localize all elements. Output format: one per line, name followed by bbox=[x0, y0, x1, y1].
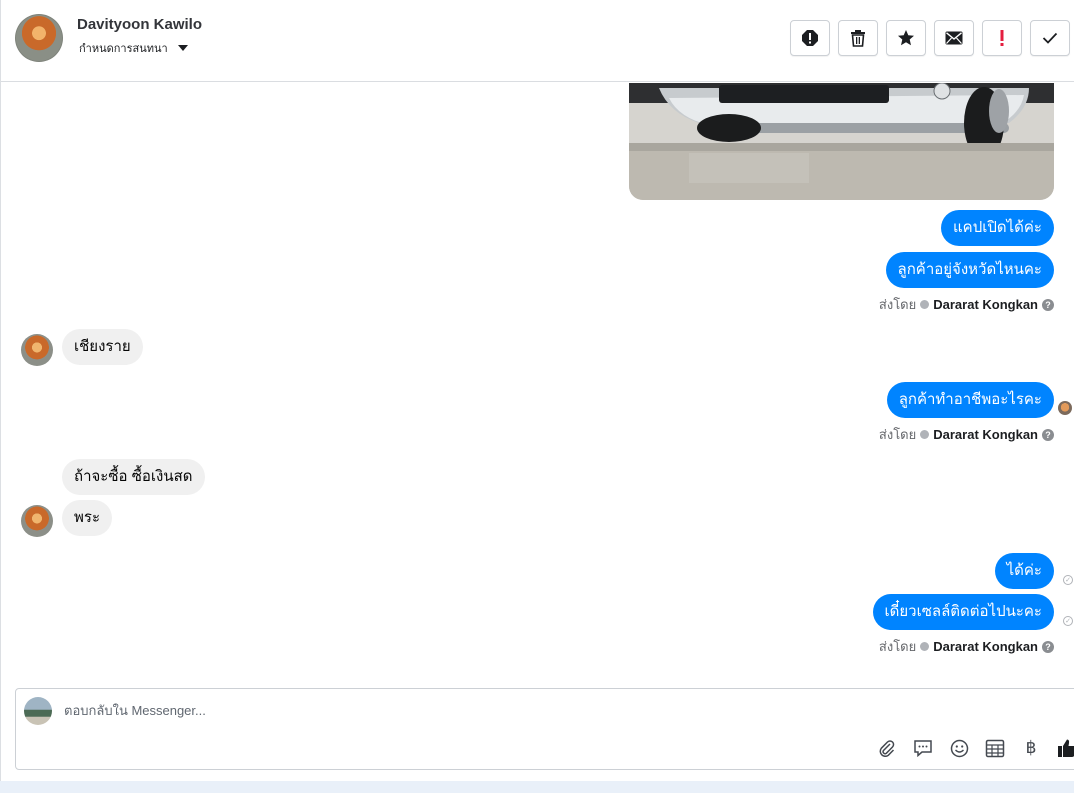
mark-spam-button[interactable] bbox=[982, 20, 1022, 56]
message-outgoing[interactable]: แคปเปิดได้ค่ะ bbox=[941, 210, 1054, 246]
sent-status-icon: ✓ bbox=[1063, 616, 1073, 626]
agent-name[interactable]: Dararat Kongkan bbox=[933, 427, 1038, 442]
star-icon bbox=[898, 30, 914, 46]
message-incoming[interactable]: ถ้าจะซื้อ ซื้อเงินสด bbox=[62, 459, 205, 495]
shared-car-image[interactable] bbox=[629, 83, 1054, 200]
car-photo bbox=[629, 83, 1054, 200]
thumbs-up-icon bbox=[1058, 739, 1074, 757]
agent-icon bbox=[920, 642, 930, 651]
mark-done-button[interactable] bbox=[1030, 20, 1070, 56]
help-icon[interactable]: ? bbox=[1042, 298, 1054, 311]
seen-avatar bbox=[1058, 401, 1072, 415]
composer-tools: ฿ bbox=[876, 737, 1074, 759]
sent-by-label: ส่งโดย Dararat Kongkan ? bbox=[879, 424, 1054, 445]
emoji-button[interactable] bbox=[948, 737, 970, 759]
exclamation-icon bbox=[1000, 30, 1004, 46]
conversation-settings-dropdown[interactable]: กำหนดการสนทนา bbox=[79, 39, 188, 57]
message-composer: ฿ bbox=[15, 688, 1074, 770]
agent-name[interactable]: Dararat Kongkan bbox=[933, 297, 1038, 312]
conversation-panel: Davityoon Kawilo กำหนดการสนทนา แคปเปิดได… bbox=[0, 0, 1074, 781]
emoji-icon bbox=[950, 739, 968, 757]
agent-icon bbox=[920, 430, 930, 439]
sent-by-label: ส่งโดย Dararat Kongkan ? bbox=[879, 294, 1054, 315]
sent-by-text: ส่งโดย bbox=[878, 639, 917, 654]
contact-name[interactable]: Davityoon Kawilo bbox=[77, 16, 202, 33]
caret-down-icon bbox=[177, 45, 188, 51]
sent-by-label: ส่งโดย Dararat Kongkan ? bbox=[879, 636, 1054, 657]
table-icon bbox=[985, 739, 1005, 757]
message-incoming[interactable]: พระ bbox=[62, 500, 113, 536]
agent-name[interactable]: Dararat Kongkan bbox=[933, 639, 1038, 654]
delete-button[interactable] bbox=[838, 20, 878, 56]
report-icon bbox=[802, 30, 818, 46]
envelope-icon bbox=[945, 31, 963, 45]
mark-unread-button[interactable] bbox=[934, 20, 974, 56]
message-outgoing[interactable]: ลูกค้าทำอาชีพอะไรคะ bbox=[886, 382, 1054, 418]
paperclip-icon bbox=[879, 740, 895, 757]
page-avatar bbox=[24, 697, 52, 725]
sent-status-icon: ✓ bbox=[1063, 575, 1073, 585]
appointment-button[interactable] bbox=[984, 737, 1006, 759]
comment-icon bbox=[914, 740, 932, 757]
like-button[interactable] bbox=[1056, 737, 1074, 759]
reply-input[interactable] bbox=[64, 703, 964, 718]
help-icon[interactable]: ? bbox=[1042, 640, 1054, 653]
attach-button[interactable] bbox=[876, 737, 898, 759]
report-button[interactable] bbox=[790, 20, 830, 56]
sent-by-text: ส่งโดย bbox=[878, 427, 917, 442]
header-actions bbox=[790, 20, 1070, 56]
conversation-header: Davityoon Kawilo กำหนดการสนทนา bbox=[1, 0, 1074, 82]
check-icon bbox=[1042, 32, 1058, 44]
conversation-settings-label: กำหนดการสนทนา bbox=[79, 42, 168, 55]
message-outgoing[interactable]: ได้ค่ะ bbox=[994, 553, 1054, 589]
contact-avatar[interactable] bbox=[15, 14, 63, 62]
sent-by-text: ส่งโดย bbox=[878, 297, 917, 312]
message-outgoing[interactable]: ลูกค้าอยู่จังหวัดไหนคะ bbox=[885, 252, 1054, 288]
agent-icon bbox=[920, 300, 930, 309]
star-button[interactable] bbox=[886, 20, 926, 56]
saved-replies-button[interactable] bbox=[912, 737, 934, 759]
contact-avatar-small[interactable] bbox=[21, 505, 53, 537]
trash-icon bbox=[851, 30, 865, 47]
contact-avatar-small[interactable] bbox=[21, 334, 53, 366]
message-incoming[interactable]: เชียงราย bbox=[62, 329, 143, 365]
payment-button[interactable]: ฿ bbox=[1020, 737, 1042, 759]
message-outgoing[interactable]: เดี๋ยวเซลล์ติดต่อไปนะคะ bbox=[872, 594, 1054, 630]
help-icon[interactable]: ? bbox=[1042, 428, 1054, 441]
baht-icon: ฿ bbox=[1025, 738, 1037, 758]
